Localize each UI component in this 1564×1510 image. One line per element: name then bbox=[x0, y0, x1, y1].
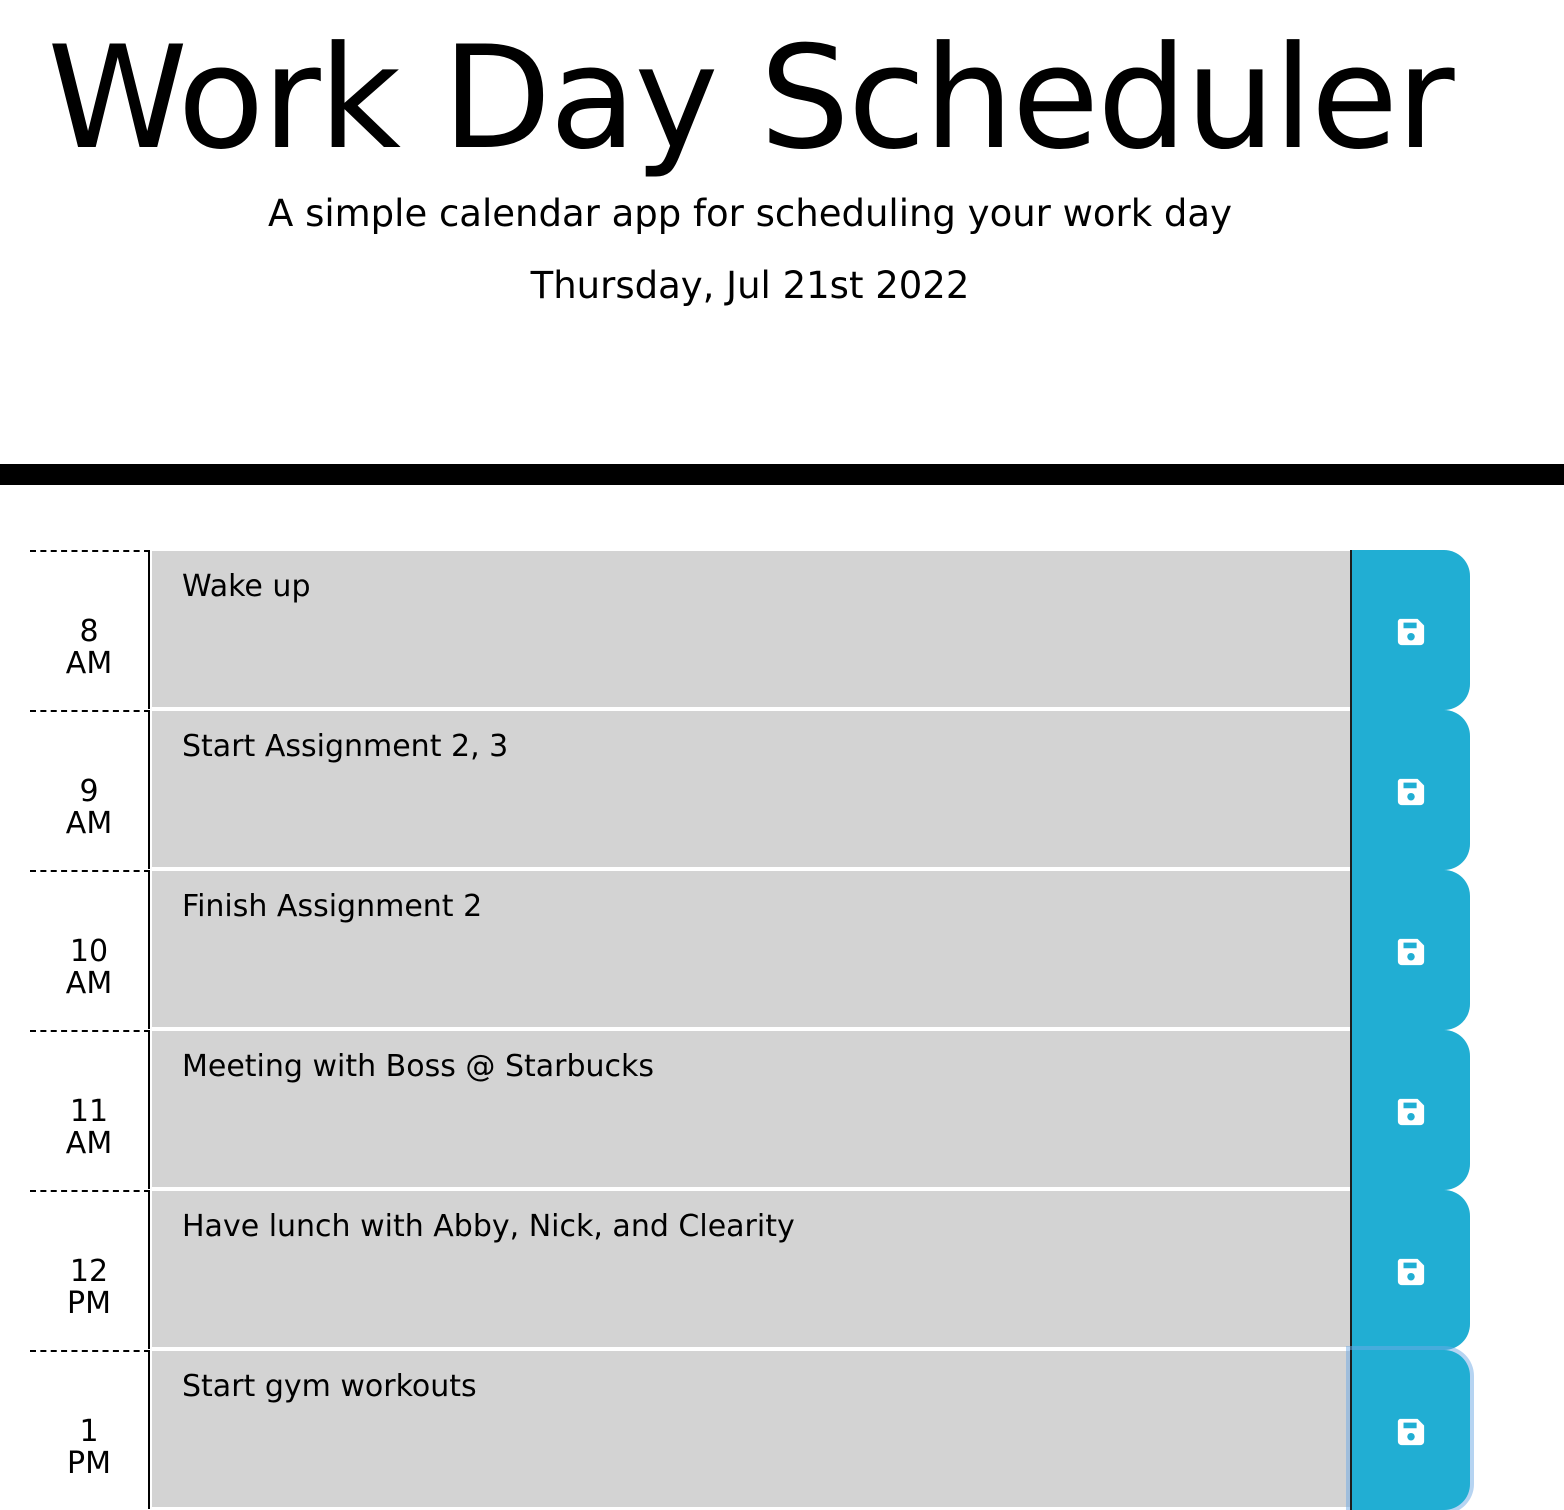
save-button[interactable] bbox=[1350, 1030, 1470, 1190]
save-button[interactable] bbox=[1350, 550, 1470, 710]
time-block-row: 8 AM Wake up bbox=[0, 550, 1564, 710]
task-textarea[interactable]: Start Assignment 2, 3 bbox=[152, 711, 1350, 869]
hour-number: 10 bbox=[69, 934, 109, 969]
save-button[interactable] bbox=[1350, 1190, 1470, 1350]
hour-period: AM bbox=[65, 806, 113, 841]
hour-label: 12 PM bbox=[30, 1190, 150, 1349]
page-subtitle: A simple calendar app for scheduling you… bbox=[268, 192, 1232, 235]
task-textarea[interactable]: Wake up bbox=[152, 551, 1350, 709]
current-date: Thursday, Jul 21st 2022 bbox=[530, 264, 970, 307]
floppy-disk-icon bbox=[1397, 1258, 1425, 1286]
floppy-disk-icon bbox=[1397, 778, 1425, 806]
time-block-row: 12 PM Have lunch with Abby, Nick, and Cle… bbox=[0, 1190, 1564, 1350]
hour-label: 10 AM bbox=[30, 870, 150, 1029]
hour-label: 9 AM bbox=[30, 710, 150, 869]
task-textarea[interactable]: Meeting with Boss @ Starbucks bbox=[152, 1031, 1350, 1189]
save-button[interactable] bbox=[1350, 710, 1470, 870]
page-title: Work Day Scheduler bbox=[47, 16, 1454, 181]
task-textarea[interactable]: Start gym workouts bbox=[152, 1351, 1350, 1509]
hour-period: PM bbox=[67, 1286, 111, 1321]
hour-number: 9 bbox=[79, 774, 99, 809]
hour-period: AM bbox=[65, 966, 113, 1001]
time-block-row: 1 PM Start gym workouts bbox=[0, 1350, 1564, 1510]
hour-period: AM bbox=[65, 646, 113, 681]
save-button[interactable] bbox=[1350, 870, 1470, 1030]
task-textarea[interactable]: Finish Assignment 2 bbox=[152, 871, 1350, 1029]
hour-number: 11 bbox=[69, 1094, 109, 1129]
floppy-disk-icon bbox=[1397, 618, 1425, 646]
floppy-disk-icon bbox=[1397, 938, 1425, 966]
hour-period: AM bbox=[65, 1126, 113, 1161]
header-divider bbox=[0, 464, 1564, 485]
hour-label: 8 AM bbox=[30, 550, 150, 709]
floppy-disk-icon bbox=[1397, 1098, 1425, 1126]
time-block-row: 11 AM Meeting with Boss @ Starbucks bbox=[0, 1030, 1564, 1190]
jumbotron-header: Work Day Scheduler A simple calendar app… bbox=[0, 0, 1564, 466]
hour-label: 11 AM bbox=[30, 1030, 150, 1189]
hour-number: 1 bbox=[79, 1414, 99, 1449]
hour-label: 1 PM bbox=[30, 1350, 150, 1509]
time-block-row: 9 AM Start Assignment 2, 3 bbox=[0, 710, 1564, 870]
hour-period: PM bbox=[67, 1446, 111, 1481]
task-textarea[interactable]: Have lunch with Abby, Nick, and Clearity bbox=[152, 1191, 1350, 1349]
time-block-row: 10 AM Finish Assignment 2 bbox=[0, 870, 1564, 1030]
hour-number: 12 bbox=[69, 1254, 109, 1289]
hour-number: 8 bbox=[79, 614, 99, 649]
floppy-disk-icon bbox=[1397, 1418, 1425, 1446]
save-button[interactable] bbox=[1350, 1350, 1470, 1510]
